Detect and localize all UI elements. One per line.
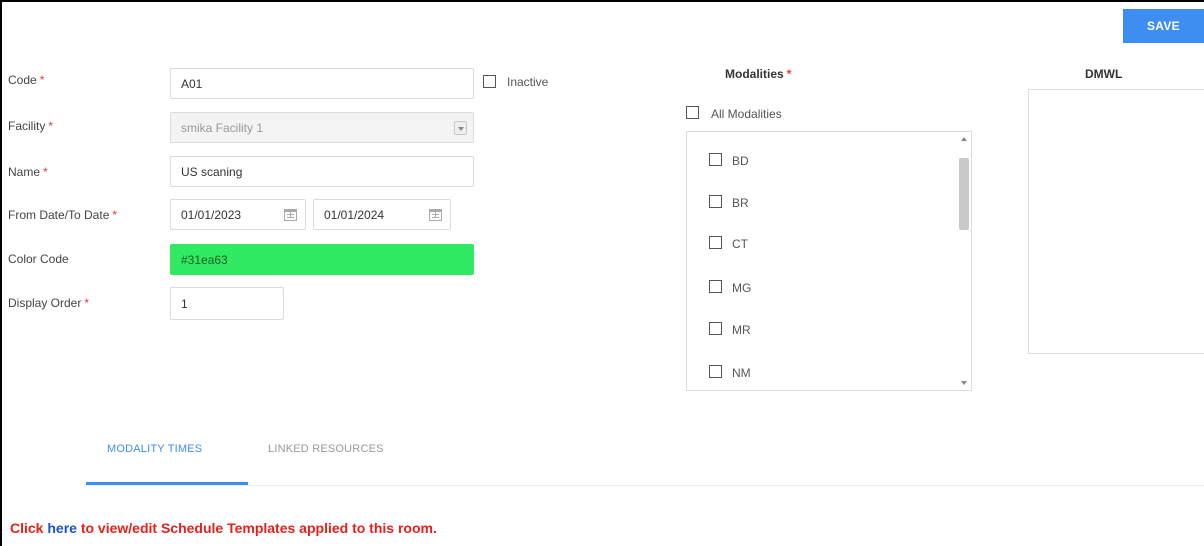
modality-checkbox[interactable]: [709, 195, 722, 208]
to-date-input[interactable]: 01/01/2024: [313, 199, 451, 230]
name-input[interactable]: US scaning: [170, 156, 474, 187]
name-label-text: Name: [8, 165, 41, 179]
color-code-input[interactable]: #31ea63: [170, 244, 474, 275]
display-order-value: 1: [181, 296, 188, 311]
tab-modality-times[interactable]: MODALITY TIMES: [107, 443, 202, 455]
modality-checkbox[interactable]: [709, 236, 722, 249]
save-button[interactable]: SAVE: [1123, 9, 1204, 43]
inactive-checkbox[interactable]: [483, 75, 496, 88]
tab-linked-resources[interactable]: LINKED RESOURCES: [268, 443, 384, 455]
all-modalities-checkbox[interactable]: [686, 106, 699, 119]
facility-value: smika Facility 1: [181, 120, 264, 135]
facility-label: Facility *: [8, 119, 53, 133]
modalities-title-text: Modalities: [725, 67, 784, 81]
required-mark: *: [39, 73, 45, 87]
display-order-label-text: Display Order: [8, 296, 82, 310]
scroll-thumb[interactable]: [959, 158, 969, 230]
scroll-down-arrow-icon[interactable]: [961, 381, 967, 385]
schedule-templates-note: Click here to view/edit Schedule Templat…: [10, 520, 437, 536]
required-mark: *: [786, 67, 792, 81]
modalities-list[interactable]: BD BR CT MG MR NM: [686, 131, 972, 391]
facility-select[interactable]: smika Facility 1: [170, 112, 474, 143]
note-prefix: Click: [10, 520, 48, 536]
code-input[interactable]: A01: [170, 68, 474, 99]
modality-label: MR: [732, 323, 751, 337]
modality-label: BD: [732, 154, 749, 168]
modalities-title: Modalities *: [725, 67, 791, 81]
modality-checkbox[interactable]: [709, 365, 722, 378]
to-date-value: 01/01/2024: [324, 207, 385, 222]
code-label-text: Code: [8, 73, 37, 87]
required-mark: *: [48, 119, 54, 133]
color-code-value: #31ea63: [181, 252, 228, 267]
modality-checkbox[interactable]: [709, 153, 722, 166]
from-date-value: 01/01/2023: [181, 207, 242, 222]
color-code-label: Color Code: [8, 252, 69, 266]
required-mark: *: [84, 296, 90, 310]
all-modalities-label: All Modalities: [711, 107, 782, 121]
name-label: Name *: [8, 165, 48, 179]
code-label: Code *: [8, 73, 44, 87]
chevron-down-icon[interactable]: [454, 121, 467, 135]
calendar-icon[interactable]: [284, 209, 297, 221]
code-value: A01: [181, 76, 203, 91]
display-order-input[interactable]: 1: [170, 287, 284, 320]
name-value: US scaning: [181, 164, 243, 179]
modality-label: NM: [732, 366, 751, 380]
modality-checkbox[interactable]: [709, 322, 722, 335]
schedule-templates-link[interactable]: here: [47, 520, 77, 536]
modality-label: CT: [732, 237, 748, 251]
facility-label-text: Facility: [8, 119, 46, 133]
from-date-input[interactable]: 01/01/2023: [170, 199, 306, 230]
modality-label: BR: [732, 196, 749, 210]
tab-divider: [86, 485, 1204, 486]
display-order-label: Display Order *: [8, 296, 89, 310]
dates-label: From Date/To Date *: [8, 208, 117, 222]
dates-label-text: From Date/To Date: [8, 208, 110, 222]
inactive-label: Inactive: [507, 75, 549, 89]
modalities-scrollbar[interactable]: [959, 134, 969, 388]
note-suffix: to view/edit Schedule Templates applied …: [76, 520, 437, 536]
modality-checkbox[interactable]: [709, 280, 722, 293]
active-tab-indicator: [86, 482, 248, 485]
required-mark: *: [43, 165, 48, 179]
dmwl-list[interactable]: [1028, 89, 1204, 354]
dmwl-title: DMWL: [1085, 67, 1123, 81]
calendar-icon[interactable]: [429, 209, 442, 221]
modality-label: MG: [732, 281, 752, 295]
scroll-up-arrow-icon[interactable]: [961, 137, 967, 141]
required-mark: *: [112, 208, 118, 222]
